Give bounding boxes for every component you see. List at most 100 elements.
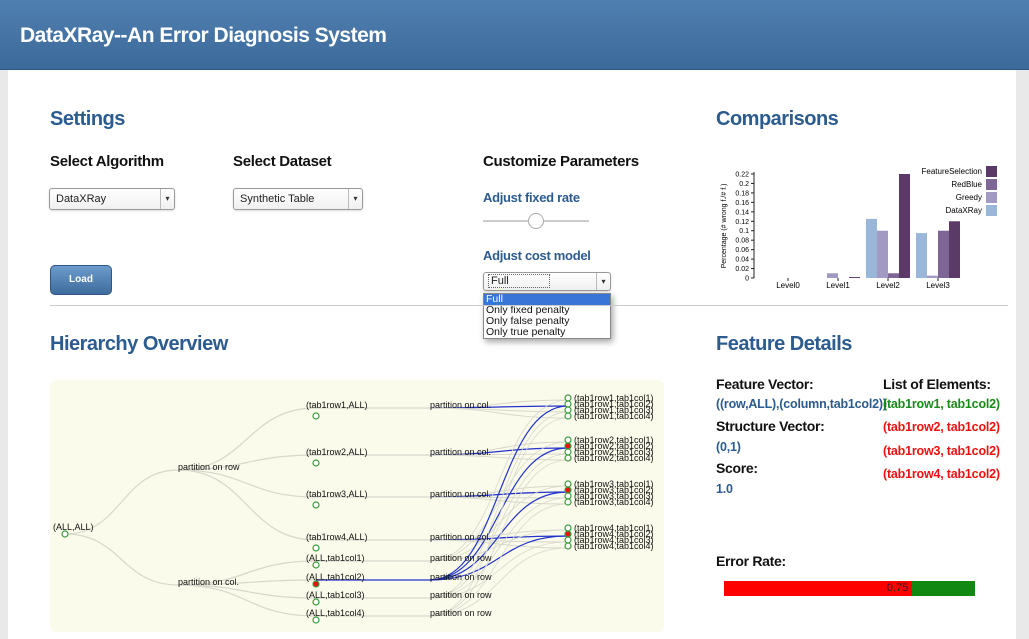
tree-node <box>564 412 572 420</box>
tree-node <box>564 486 572 494</box>
tree-link <box>64 533 179 586</box>
structure-vector-value: (0,1) <box>716 440 741 454</box>
algorithm-select[interactable]: DataXRay ▾ <box>49 188 175 210</box>
y-tick-label: 0.08 <box>735 238 749 245</box>
tree-node <box>564 454 572 462</box>
hierarchy-title: Hierarchy Overview <box>50 333 228 355</box>
element-item: (tab1row3, tab1col2) <box>883 444 1000 458</box>
bar <box>866 218 877 278</box>
tree-link <box>177 469 317 541</box>
y-tick-label: 0.04 <box>735 257 749 264</box>
tree-label: (ALL,tab1col1) <box>306 553 365 563</box>
tree-label: partition on col. <box>430 489 491 499</box>
hierarchy-tree[interactable]: (ALL,ALL) partition on row partition on co… <box>50 380 664 632</box>
bar <box>849 277 860 278</box>
bar <box>827 273 838 278</box>
cost-model-dropdown[interactable]: Full Only fixed penalty Only false penal… <box>483 293 611 339</box>
tree-node <box>312 544 320 552</box>
cost-model-select-value: Full <box>488 274 550 288</box>
error-rate-bar: 0.75 <box>724 581 975 596</box>
tree-node <box>564 448 572 456</box>
tree-label: (ALL,ALL) <box>53 522 94 532</box>
app-title: DataXRay--An Error Diagnosis System <box>20 24 387 47</box>
score-value: 1.0 <box>716 482 733 496</box>
y-axis-label: Percentage (# wrong f./# f.) <box>721 184 728 269</box>
tree-label: partition on col. <box>430 532 491 542</box>
bar <box>938 230 949 278</box>
feature-vector-value: ((row,ALL),(column,tab1col2)) <box>716 397 887 411</box>
tree-label: (tab1row1,ALL) <box>306 400 368 410</box>
settings-title: Settings <box>50 108 125 130</box>
bar <box>899 174 910 278</box>
error-rate-remainder <box>912 581 975 596</box>
element-item: (tab1row4, tab1col2) <box>883 467 1000 481</box>
cost-model-select[interactable]: Full ▾ <box>483 272 611 291</box>
list-of-elements-label: List of Elements: <box>883 376 991 392</box>
legend-label: FeatureSelection <box>922 167 982 176</box>
tree-label: (ALL,tab1col2) <box>306 572 365 582</box>
y-tick-label: 0.16 <box>735 200 749 207</box>
chevron-down-icon: ▾ <box>596 273 610 290</box>
y-tick-label: 0.18 <box>735 190 749 197</box>
bar <box>927 275 938 278</box>
bar <box>888 273 899 278</box>
comparison-chart: 0 0.02 0.04 0.06 0.08 0.1 0.12 0.14 0.16 0.18 0.2 0… <box>721 166 997 290</box>
dataset-select[interactable]: Synthetic Table ▾ <box>233 188 363 210</box>
tree-node <box>564 492 572 500</box>
score-label: Score: <box>716 460 758 476</box>
legend-swatch <box>986 166 997 177</box>
bar <box>877 230 888 278</box>
section-divider <box>50 305 1008 306</box>
tree-label: partition on row <box>430 590 492 600</box>
tree-leaf-label: (tab1row1,tab1col4) <box>574 411 654 421</box>
fixed-rate-label: Adjust fixed rate <box>483 190 580 205</box>
bar <box>916 233 927 278</box>
tree-node <box>564 524 572 532</box>
tree-node <box>564 542 572 550</box>
select-algorithm-label: Select Algorithm <box>50 153 164 170</box>
tree-label: (ALL,tab1col4) <box>306 608 365 618</box>
chevron-down-icon: ▾ <box>348 189 362 209</box>
tree-node <box>312 501 320 509</box>
tree-node <box>564 406 572 414</box>
legend-swatch <box>986 179 997 190</box>
tree-label: partition on col. <box>178 577 239 587</box>
legend-label: RedBlue <box>951 180 982 189</box>
bar <box>949 221 960 278</box>
tree-label: (tab1row2,ALL) <box>306 447 368 457</box>
tree-link <box>177 584 317 617</box>
fixed-rate-slider-handle[interactable] <box>528 213 544 229</box>
legend-swatch <box>986 205 997 216</box>
x-tick-label: Level3 <box>926 281 950 290</box>
y-tick-label: 0.1 <box>739 228 749 235</box>
tree-label: partition on col. <box>430 400 491 410</box>
tree-node <box>564 480 572 488</box>
header-bar: DataXRay--An Error Diagnosis System <box>0 0 1029 70</box>
x-tick-label: Level1 <box>826 281 850 290</box>
y-tick-label: 0.02 <box>735 266 749 273</box>
tree-label: partition on row <box>430 553 492 563</box>
load-button[interactable]: Load <box>50 265 112 295</box>
tree-label: partition on row <box>430 572 492 582</box>
algorithm-select-value: DataXRay <box>56 193 107 205</box>
chevron-down-icon: ▾ <box>160 189 174 209</box>
tree-node <box>564 536 572 544</box>
tree-label: (tab1row4,ALL) <box>306 532 368 542</box>
legend-label: DataXRay <box>946 206 982 215</box>
select-dataset-label: Select Dataset <box>233 153 332 170</box>
customize-parameters-label: Customize Parameters <box>483 153 639 170</box>
tree-link <box>177 469 317 498</box>
element-item: (tab1row2, tab1col2) <box>883 420 1000 434</box>
dropdown-option[interactable]: Only true penalty <box>484 327 610 338</box>
y-tick-label: 0.2 <box>739 181 749 188</box>
tree-node <box>564 394 572 402</box>
y-tick-label: 0.22 <box>735 172 749 179</box>
element-item: (tab1row1, tab1col2) <box>883 397 1000 411</box>
tree-label: partition on row <box>430 608 492 618</box>
tree-node <box>312 412 320 420</box>
x-tick-label: Level2 <box>876 281 900 290</box>
tree-label: (ALL,tab1col3) <box>306 590 365 600</box>
tree-leaf-label: (tab1row2,tab1col4) <box>574 453 654 463</box>
tree-link <box>177 407 317 471</box>
legend-swatch <box>986 192 997 203</box>
